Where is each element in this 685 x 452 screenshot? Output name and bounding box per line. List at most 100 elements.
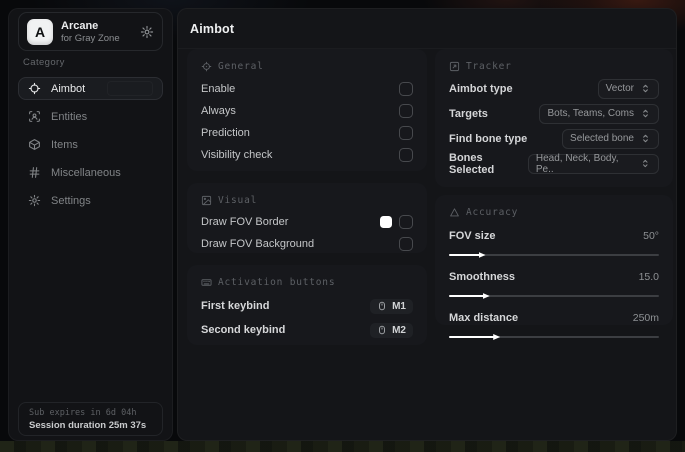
mouse-icon (377, 301, 387, 311)
tracker-panel: Tracker Aimbot type Vector Targets Bots,… (435, 49, 673, 187)
targets-select[interactable]: Bots, Teams, Coms (539, 103, 659, 124)
gear-icon (28, 194, 41, 207)
image-icon (201, 195, 212, 206)
select-row: Aimbot type Vector (449, 76, 659, 101)
select-value: Bots, Teams, Coms (547, 108, 634, 119)
sidebar-item-settings[interactable]: Settings (18, 189, 163, 212)
gear-icon[interactable] (140, 25, 154, 39)
setting-label: Bones Selected (449, 151, 495, 176)
activation-panel-header: Activation buttons (201, 276, 413, 288)
setting-label: Second keybind (201, 324, 286, 336)
category-label: Category (23, 57, 65, 68)
slider-group: FOV size 50° (449, 228, 659, 259)
first-keybind-button[interactable]: M1 (370, 298, 413, 314)
panel-title: Accuracy (466, 206, 519, 218)
setting-row: Enable (201, 78, 413, 100)
slider-value: 50° (643, 230, 659, 242)
smoothness-slider[interactable] (449, 292, 659, 300)
setting-label: Find bone type (449, 132, 528, 145)
session-duration-text: Session duration 25m 37s (29, 420, 147, 431)
hash-icon (28, 166, 41, 179)
setting-label: Always (201, 105, 236, 117)
setting-label: Draw FOV Border (201, 216, 289, 228)
sidebar-item-label: Settings (51, 194, 91, 207)
visual-panel-header: Visual (201, 194, 413, 206)
select-row: Find bone type Selected bone (449, 126, 659, 151)
panel-title: Tracker (466, 60, 512, 72)
chevrons-up-down-icon (640, 158, 651, 169)
app-logo: A (27, 18, 53, 45)
sidebar-item-label: Entities (51, 110, 88, 123)
setting-row: Draw FOV Border (201, 211, 413, 233)
visibility-check-checkbox[interactable] (399, 148, 413, 162)
chevrons-up-down-icon (640, 108, 651, 119)
slider-thumb[interactable] (479, 250, 489, 260)
draw-fov-border-checkbox[interactable] (399, 215, 413, 229)
slider-thumb[interactable] (493, 332, 503, 342)
main-panel: Aimbot General Enable Always Prediction … (177, 8, 677, 441)
max-distance-slider[interactable] (449, 333, 659, 341)
setting-label: Enable (201, 83, 236, 95)
sidebar-item-entities[interactable]: Entities (18, 105, 163, 128)
select-value: Selected bone (570, 133, 634, 144)
app-name: Arcane (61, 19, 99, 32)
keybind-value: M1 (392, 300, 406, 312)
slider-label: Max distance (449, 312, 519, 324)
page-title: Aimbot (190, 21, 235, 36)
package-icon (28, 138, 41, 151)
mouse-icon (377, 325, 387, 335)
second-keybind-button[interactable]: M2 (370, 322, 413, 338)
slider-group: Max distance 250m (449, 310, 659, 341)
sidebar-nav: Aimbot Entities Items Miscellaneous Sett… (9, 77, 172, 212)
sidebar-item-items[interactable]: Items (18, 133, 163, 156)
chevrons-up-down-icon (640, 83, 651, 94)
prediction-checkbox[interactable] (399, 126, 413, 140)
tracker-panel-header: Tracker (449, 60, 659, 72)
sidebar-item-label: Items (51, 138, 78, 151)
find-bone-type-select[interactable]: Selected bone (562, 128, 659, 149)
general-panel: General Enable Always Prediction Visibil… (187, 49, 427, 171)
visual-panel: Visual Draw FOV Border Draw FOV Backgrou… (187, 183, 427, 253)
setting-row: Prediction (201, 122, 413, 144)
subscription-info: Sub expires in 6d 04h Session duration 2… (18, 402, 163, 436)
main-header: Aimbot (178, 9, 676, 49)
game-background-strip (0, 441, 685, 452)
app-header: A Arcane for Gray Zone (18, 12, 163, 51)
enable-checkbox[interactable] (399, 82, 413, 96)
setting-row: Visibility check (201, 144, 413, 166)
panel-title: Visual (218, 194, 258, 206)
tracker-icon (449, 61, 460, 72)
slider-label: Smoothness (449, 271, 516, 283)
fov-border-color-swatch[interactable] (380, 216, 392, 228)
sidebar-item-miscellaneous[interactable]: Miscellaneous (18, 161, 163, 184)
panel-title: General (218, 60, 264, 72)
setting-label: Visibility check (201, 149, 273, 161)
select-row: Bones Selected Head, Neck, Body, Pe.. (449, 151, 659, 176)
sidebar: A Arcane for Gray Zone Category Aimbot E… (8, 8, 173, 441)
draw-fov-background-checkbox[interactable] (399, 237, 413, 251)
select-value: Vector (605, 83, 634, 94)
fov-size-slider[interactable] (449, 251, 659, 259)
setting-label: Targets (449, 107, 488, 120)
activation-panel: Activation buttons First keybind M1 Seco… (187, 265, 427, 345)
select-value: Head, Neck, Body, Pe.. (535, 152, 619, 175)
setting-row: Always (201, 100, 413, 122)
slider-label: FOV size (449, 230, 496, 242)
setting-label: Aimbot type (449, 82, 513, 95)
triangle-icon (449, 207, 460, 218)
bones-selected-select[interactable]: Head, Neck, Body, Pe.. (527, 152, 659, 175)
keybind-row: First keybind M1 (201, 294, 413, 318)
slider-value: 250m (632, 312, 659, 324)
slider-value: 15.0 (638, 271, 659, 283)
slider-thumb[interactable] (483, 291, 493, 301)
setting-label: Prediction (201, 127, 250, 139)
sidebar-item-aimbot[interactable]: Aimbot (18, 77, 163, 100)
aimbot-type-select[interactable]: Vector (597, 78, 659, 99)
select-row: Targets Bots, Teams, Coms (449, 101, 659, 126)
keyboard-icon (201, 277, 212, 288)
always-checkbox[interactable] (399, 104, 413, 118)
sub-expires-text: Sub expires in 6d 04h (29, 408, 137, 418)
crosshair-icon (201, 61, 212, 72)
app-tagline: for Gray Zone (61, 32, 120, 44)
accuracy-panel-header: Accuracy (449, 206, 659, 218)
